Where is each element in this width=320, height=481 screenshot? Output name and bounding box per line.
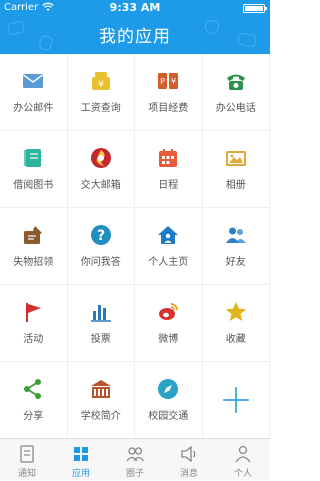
notice-icon (20, 445, 34, 463)
status-time: 9:33 AM (109, 1, 161, 14)
app-tile-add[interactable] (202, 362, 270, 439)
app-tile-book[interactable]: 借阅图书 (0, 131, 68, 208)
app-tile-home[interactable]: 个人主页 (135, 208, 203, 285)
app-tile-telephone[interactable]: 办公电话 (202, 54, 270, 131)
svg-text:?: ? (97, 228, 105, 244)
app-label: 分享 (23, 411, 44, 422)
app-tile-star[interactable]: 收藏 (202, 285, 270, 362)
app-label: 失物招领 (13, 257, 54, 268)
telephone-icon (226, 74, 245, 90)
app-tile-photo-album[interactable]: 相册 (202, 131, 270, 208)
tab-label: 圈子 (125, 469, 144, 479)
tab-bar: 通知 应用 圈子 消息 个人 (0, 438, 270, 480)
add-icon (222, 387, 249, 413)
app-tile-project-funding[interactable]: P ¥ 项目经费 (135, 54, 203, 131)
app-label: 项目经费 (148, 103, 189, 114)
app-tile-share[interactable]: 分享 (0, 362, 68, 439)
svg-text:¥: ¥ (98, 80, 104, 90)
app-tile-bar-chart[interactable]: 投票 (67, 285, 135, 362)
tab-person[interactable]: 个人 (216, 439, 270, 481)
app-label: 个人主页 (148, 257, 189, 268)
app-label: 收藏 (225, 334, 246, 345)
app-label: 日程 (158, 180, 179, 191)
money-bag-icon: ¥ (91, 72, 110, 90)
app-label: 你问我答 (80, 257, 121, 268)
weibo-icon (159, 303, 179, 320)
app-label: 交大邮箱 (80, 180, 121, 191)
app-label: 办公邮件 (13, 103, 54, 114)
star-icon (225, 302, 246, 321)
app-tile-flag[interactable]: 活动 (0, 285, 68, 362)
tab-message[interactable]: 消息 (162, 439, 216, 481)
home-icon (158, 226, 179, 244)
app-tile-question[interactable]: ? 你问我答 (67, 208, 135, 285)
app-label: 学校简介 (80, 411, 121, 422)
book-icon (24, 149, 42, 167)
envelope-icon (23, 74, 44, 88)
app-tile-calendar[interactable]: 日程 (135, 131, 203, 208)
app-tile-lost-found[interactable]: 失物招领 (0, 208, 68, 285)
bar-chart-icon (90, 305, 111, 322)
app-tile-compass[interactable]: 校园交通 (135, 362, 203, 439)
app-label: 投票 (90, 334, 111, 345)
app-label: 微博 (158, 334, 179, 345)
friends-icon (225, 227, 246, 243)
person-icon (235, 445, 251, 463)
photo-album-icon (225, 151, 246, 166)
lost-found-icon (24, 226, 43, 244)
university-mail-logo-icon (90, 148, 111, 168)
tab-circle[interactable]: 圈子 (108, 439, 162, 481)
calendar-icon (159, 149, 178, 167)
app-tile-university-mail-logo[interactable]: 交大邮箱 (67, 131, 135, 208)
svg-text:P: P (160, 77, 165, 86)
tab-label: 消息 (179, 469, 198, 479)
question-icon: ? (90, 225, 111, 245)
message-icon (181, 445, 196, 463)
circle-icon (126, 447, 145, 462)
apps-icon (74, 447, 88, 461)
app-tile-weibo[interactable]: 微博 (135, 285, 203, 362)
share-icon (24, 379, 42, 399)
app-label: 相册 (225, 180, 246, 191)
tab-label: 通知 (17, 469, 36, 479)
tab-label: 个人 (233, 469, 252, 479)
app-label: 好友 (225, 257, 246, 268)
compass-icon (158, 379, 179, 399)
app-label: 活动 (23, 334, 44, 345)
flag-icon (26, 303, 42, 322)
project-funding-icon: P ¥ (158, 73, 179, 89)
svg-text:¥: ¥ (171, 77, 176, 86)
app-label: 借阅图书 (13, 180, 54, 191)
app-tile-friends[interactable]: 好友 (202, 208, 270, 285)
tab-label: 应用 (71, 469, 90, 479)
page-title: 我的应用 (99, 27, 171, 47)
app-label: 校园交通 (148, 411, 189, 422)
app-tile-money-bag[interactable]: ¥ 工资查询 (67, 54, 135, 131)
status-bar: Carrier 9:33 AM (0, 0, 270, 16)
app-header: 我的应用 (0, 16, 270, 54)
app-label: 办公电话 (215, 103, 256, 114)
school-building-icon (90, 380, 111, 398)
app-tile-school-building[interactable]: 学校简介 (67, 362, 135, 439)
tab-notice[interactable]: 通知 (0, 439, 54, 481)
app-grid: 办公邮件 ¥ 工资查询 P ¥ 项目经费 办公电话 借阅图书 交大邮箱 日程 相册 失物招领? 你问我答… (0, 54, 270, 439)
tab-apps[interactable]: 应用 (54, 439, 108, 481)
battery-icon (243, 4, 267, 13)
app-label: 工资查询 (80, 103, 121, 114)
app-tile-envelope[interactable]: 办公邮件 (0, 54, 68, 131)
